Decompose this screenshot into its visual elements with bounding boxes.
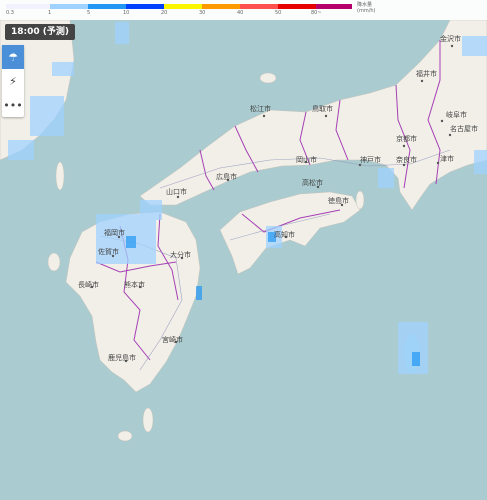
city-label: 金沢市 [440,35,461,43]
city-label: 熊本市 [124,281,145,289]
precipitation-legend: 0.3 1 5 10 20 30 40 50 80~ 降水量 (mm/h) [0,0,487,20]
legend-tick: 30 [199,10,206,16]
city-label: 高松市 [302,179,323,187]
city-label: 松江市 [250,105,271,113]
city-label: 福岡市 [104,229,125,237]
city-dot [324,114,328,118]
city-label: 佐賀市 [98,248,119,256]
island-yakushima [117,430,133,442]
city-label: 山口市 [166,188,187,196]
city-label: 岐阜市 [446,111,467,119]
rain-layer-button[interactable]: ☂ [2,45,24,69]
city-label: 名古屋市 [450,125,478,133]
legend-unit: 降水量 (mm/h) [357,2,376,14]
city-label: 大分市 [170,251,191,259]
city-label: 徳島市 [328,197,349,205]
city-label: 宮崎市 [162,336,183,344]
city-dot [420,79,424,83]
city-dot [436,161,440,165]
island-tanegashima [142,407,154,433]
map-toolbar: ☂ ⚡ ••• [2,45,24,117]
legend-swatch [164,4,202,9]
city-label: 高知市 [274,231,295,239]
legend-swatch [50,4,88,9]
legend-unit-value: (mm/h) [357,8,376,14]
city-dot [402,144,406,148]
city-dot [440,119,444,123]
map[interactable] [0,0,487,500]
city-label: 京都市 [396,135,417,143]
legend-tick: 0.3 [6,10,14,16]
city-label: 津市 [440,155,454,163]
more-dots-icon: ••• [3,98,23,112]
city-label: 長崎市 [78,281,99,289]
legend-swatch [88,4,126,9]
legend-swatch [6,4,50,9]
city-label: 神戸市 [360,156,381,164]
legend-tick: 5 [87,10,91,16]
city-label: 奈良市 [396,156,417,164]
city-dot [448,133,452,137]
more-options-button[interactable]: ••• [2,93,24,117]
rain-cloud-icon: ☂ [8,50,18,64]
legend-tick: 40 [237,10,244,16]
legend-swatch [316,4,352,9]
city-label: 広島市 [216,173,237,181]
legend-tick: 1 [48,10,52,16]
lightning-icon: ⚡ [9,74,17,88]
lightning-layer-button[interactable]: ⚡ [2,69,24,93]
city-dot [262,114,266,118]
city-label: 鳥取市 [312,105,333,113]
legend-swatch [278,4,316,9]
legend-swatch [240,4,278,9]
legend-swatch [126,4,164,9]
legend-tick: 20 [161,10,168,16]
legend-tick: 10 [123,10,130,16]
legend-swatch [202,4,240,9]
legend-color-scale [6,4,352,9]
forecast-time-label: 18:00 (予測) [5,24,76,40]
island-oki [259,72,277,84]
city-label: 岡山市 [296,156,317,164]
island-goto [47,252,61,272]
legend-tick: 50 [275,10,282,16]
legend-tick: 80~ [311,10,322,16]
island-awaji [355,190,365,210]
island-tsushima [55,161,65,191]
city-label: 福井市 [416,70,437,78]
city-label: 鹿児島市 [108,354,136,362]
city-dot [450,44,454,48]
